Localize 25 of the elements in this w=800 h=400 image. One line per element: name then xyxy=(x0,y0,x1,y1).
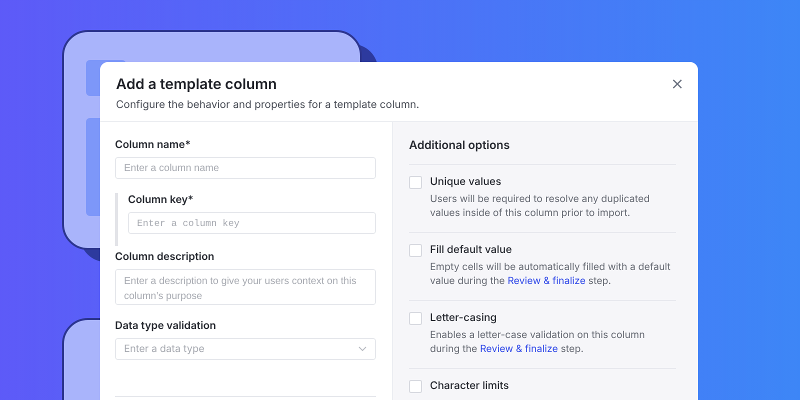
review-finalize-link[interactable]: Review & finalize xyxy=(480,344,558,354)
column-key-field[interactable]: Enter a column key xyxy=(128,212,376,234)
option-description: Users will be required to resolve any duplicated values inside of this column prior to import. xyxy=(430,193,651,220)
dialog-title: Add a template column xyxy=(116,76,278,93)
option-label: Character limits xyxy=(430,380,509,392)
checkbox[interactable] xyxy=(409,380,422,393)
checkbox[interactable] xyxy=(409,176,422,189)
column-description-field[interactable]: Enter a description to give your users context on this column’s purpose xyxy=(115,269,376,305)
field-label: Column description xyxy=(115,250,216,263)
chevron-down-icon xyxy=(358,346,367,352)
option-label: Letter-casing xyxy=(430,312,498,324)
field-label: Column name* xyxy=(115,138,192,151)
option-description: Empty cells will be automatically filled with a default value during the Review & finalize step. xyxy=(430,261,672,288)
review-finalize-link[interactable]: Review & finalize xyxy=(508,276,586,286)
option-label: Unique values xyxy=(430,176,502,188)
checkbox[interactable] xyxy=(409,244,422,257)
section-title: Additional options xyxy=(409,138,511,152)
dialog-subtitle: Configure the behavior and properties for a template column. xyxy=(116,98,420,111)
checkbox[interactable] xyxy=(409,312,422,325)
field-label: Column key* xyxy=(128,193,194,206)
field-label: Data type validation xyxy=(115,319,218,332)
column-name-field[interactable]: Enter a column name xyxy=(115,157,376,179)
close-button[interactable]: × xyxy=(668,76,686,92)
option-label: Fill default value xyxy=(430,244,513,256)
option-description: Enables a letter-case validation on this column during the Review & finalize step. xyxy=(430,329,646,356)
